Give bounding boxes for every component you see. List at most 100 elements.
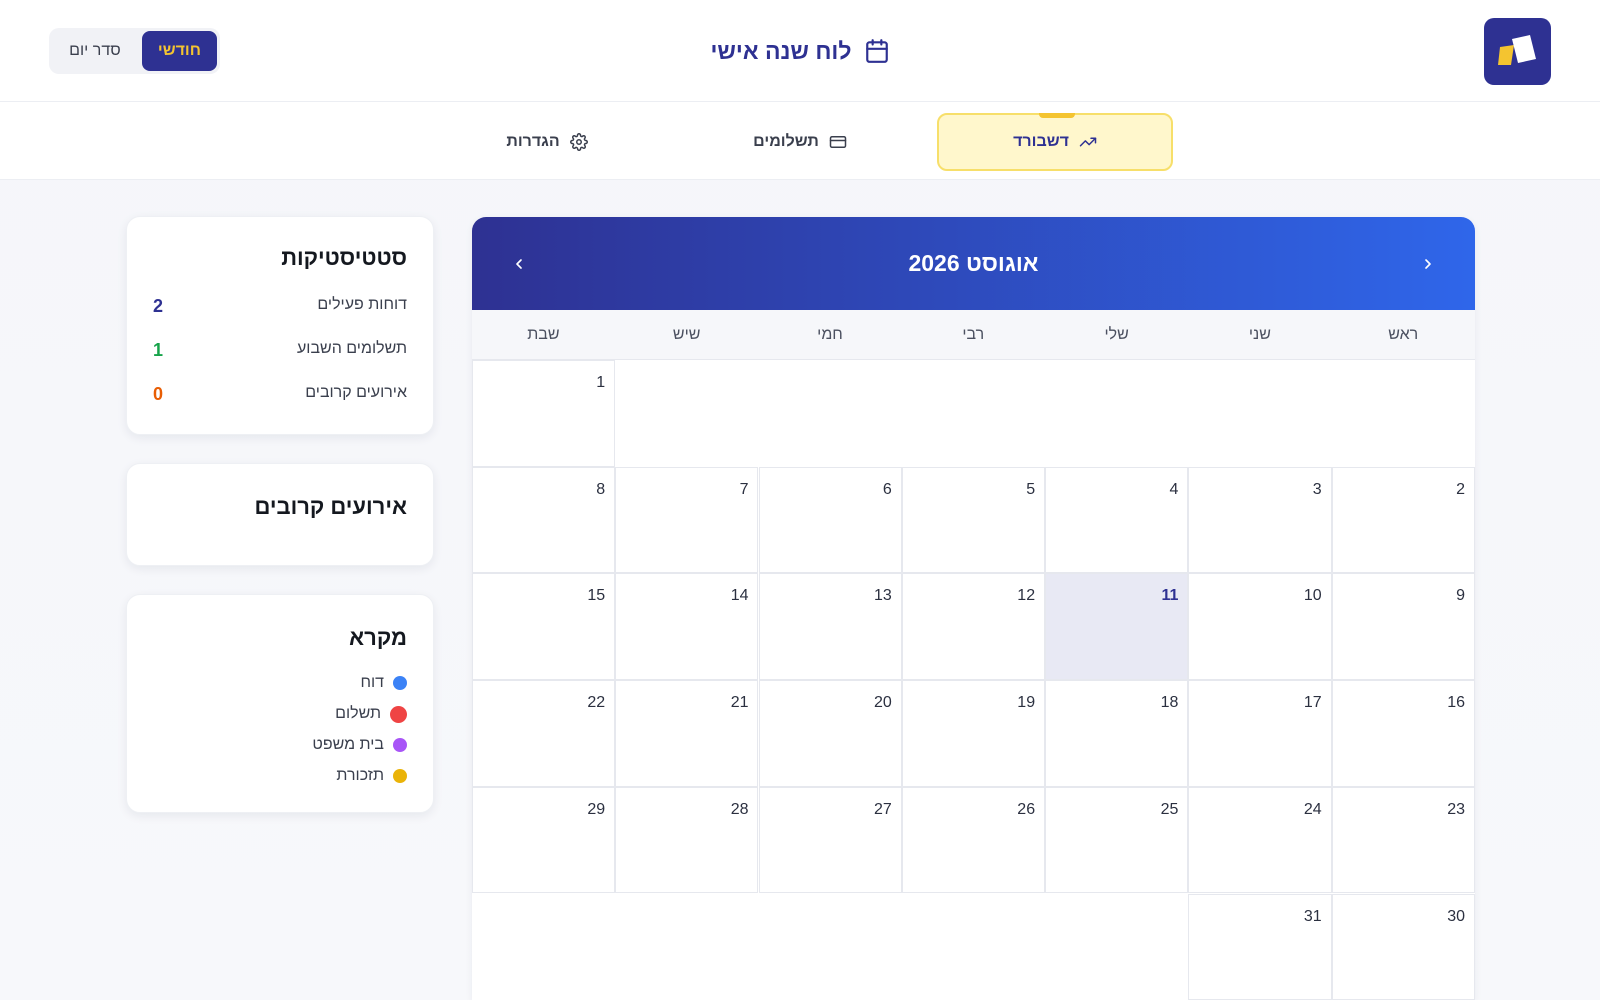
tab-settings[interactable]: הגדרות [487, 113, 607, 171]
statistics-title: סטטיסטיקות [281, 245, 407, 270]
next-month-button[interactable] [504, 249, 534, 279]
weekday-label: חמי [817, 326, 843, 343]
legend-dot [393, 738, 407, 752]
calendar-day[interactable]: 19 [901, 680, 1046, 787]
active-tab-indicator [1039, 113, 1075, 118]
stat-row-weekly-payments: תשלומים השבוע 1 [153, 340, 407, 364]
legend-label: בית משפט [312, 736, 384, 753]
view-toggle: סדר יום חודשי [49, 28, 220, 74]
previous-month-button[interactable] [1413, 249, 1443, 279]
day-number: 4 [1169, 480, 1179, 498]
calendar-icon [864, 38, 890, 64]
day-number: 11 [1161, 587, 1179, 605]
credit-card-icon [829, 136, 847, 148]
calendar-day[interactable]: 9 [1331, 573, 1475, 681]
day-number: 17 [1303, 694, 1322, 712]
statistics-card: סטטיסטיקות דוחות פעילים 2 תשלומים השבוע … [126, 216, 434, 435]
day-number: 7 [739, 480, 749, 498]
calendar-day[interactable]: 12 [901, 573, 1046, 681]
stat-value: 1 [153, 340, 164, 360]
calendar-day[interactable]: 30 [1331, 893, 1475, 1000]
calendar-day[interactable]: 29 [472, 786, 616, 894]
calendar-day[interactable]: 17 [1188, 680, 1332, 787]
weekday-label: שני [1248, 326, 1271, 343]
brand-logo[interactable] [1484, 18, 1551, 85]
view-day-button[interactable]: סדר יום [52, 31, 138, 71]
legend-item-reminder: תזכורת [336, 765, 407, 787]
calendar-day[interactable]: 20 [758, 680, 902, 787]
calendar-day[interactable]: 22 [472, 680, 616, 787]
gear-icon [569, 133, 588, 151]
calendar-day[interactable]: 8 [472, 466, 616, 574]
legend-title: מקרא [349, 625, 407, 650]
upcoming-events-card: אירועים קרובים [126, 463, 434, 566]
legend-label: תזכורת [336, 767, 384, 784]
calendar-day[interactable]: 16 [1331, 680, 1475, 787]
app-header: לוח שנה אישי סדר יום חודשי [0, 0, 1600, 102]
day-number: 27 [874, 800, 892, 818]
tab-settings-label: הגדרות [506, 133, 560, 150]
day-number: 23 [1447, 800, 1465, 818]
day-number: 24 [1303, 800, 1322, 818]
chevron-right-icon [1425, 259, 1431, 269]
calendar-day[interactable]: 6 [758, 466, 902, 574]
app-title-text: לוח שנה אישי [710, 37, 852, 64]
weekday-header-row: ראש שני שלי רבי חמי שיש שבת [472, 310, 1475, 360]
day-number: 20 [874, 694, 892, 712]
calendar-day[interactable]: 18 [1045, 680, 1189, 787]
app-title: לוח שנה אישי [0, 0, 1600, 102]
legend-item-payment: תשלום [335, 703, 407, 725]
day-number: 16 [1447, 694, 1465, 712]
weekday-label: רבי [962, 326, 985, 343]
calendar-day[interactable]: 31 [1188, 893, 1332, 1000]
trending-up-icon [1079, 137, 1097, 147]
weekday-label: ראש [1388, 326, 1419, 343]
calendar-day[interactable]: 2 [1331, 466, 1475, 574]
day-number: 30 [1447, 907, 1465, 925]
day-number: 18 [1160, 694, 1179, 712]
day-number: 15 [587, 587, 606, 605]
calendar-month-title: אוגוסט 2026 [908, 250, 1039, 276]
tab-payments-label: תשלומים [753, 133, 819, 150]
calendar-day[interactable]: 3 [1188, 466, 1332, 574]
calendar-day[interactable]: 14 [615, 573, 759, 681]
day-number: 26 [1017, 800, 1036, 818]
tab-payments[interactable]: תשלומים [730, 113, 870, 171]
calendar-day[interactable]: 23 [1331, 786, 1475, 894]
calendar-day[interactable]: 28 [615, 786, 759, 894]
legend-dot [393, 769, 407, 783]
legend-item-court: בית משפט [312, 734, 407, 756]
weekday-label: שלי [1104, 326, 1129, 343]
calendar-day[interactable]: 4 [1045, 466, 1189, 574]
day-number: 8 [596, 480, 606, 498]
calendar-day[interactable]: 15 [472, 573, 616, 681]
tab-dashboard[interactable]: דשבורד [937, 113, 1173, 171]
calendar-day[interactable]: 1 [472, 360, 616, 467]
legend-label: תשלום [335, 705, 381, 722]
day-number: 6 [882, 480, 892, 498]
calendar-day-today[interactable]: 11 [1045, 573, 1189, 681]
calendar-day[interactable]: 21 [615, 680, 759, 787]
legend-label: דוח [360, 674, 384, 691]
calendar-day[interactable]: 26 [901, 786, 1046, 894]
calendar-day[interactable]: 13 [758, 573, 902, 681]
calendar-day[interactable]: 27 [758, 786, 902, 894]
brand-logo-icon [1497, 34, 1536, 65]
calendar-day[interactable]: 7 [615, 466, 759, 574]
day-number: 1 [596, 374, 606, 391]
day-number: 13 [874, 587, 892, 605]
calendar-day[interactable]: 25 [1045, 786, 1189, 894]
calendar-day[interactable]: 24 [1188, 786, 1332, 894]
day-number: 9 [1456, 587, 1465, 605]
view-month-button[interactable]: חודשי [141, 31, 217, 71]
calendar-header: אוגוסט 2026 [472, 217, 1475, 310]
calendar-day[interactable]: 10 [1188, 573, 1332, 681]
calendar-day[interactable]: 5 [901, 466, 1046, 574]
stat-row-active-reports: דוחות פעילים 2 [153, 296, 407, 320]
day-number: 2 [1456, 480, 1465, 498]
legend-dot [393, 676, 407, 690]
day-number: 5 [1026, 480, 1036, 498]
chevron-left-icon [516, 259, 522, 269]
day-number: 31 [1303, 907, 1322, 925]
day-number: 22 [587, 694, 606, 712]
